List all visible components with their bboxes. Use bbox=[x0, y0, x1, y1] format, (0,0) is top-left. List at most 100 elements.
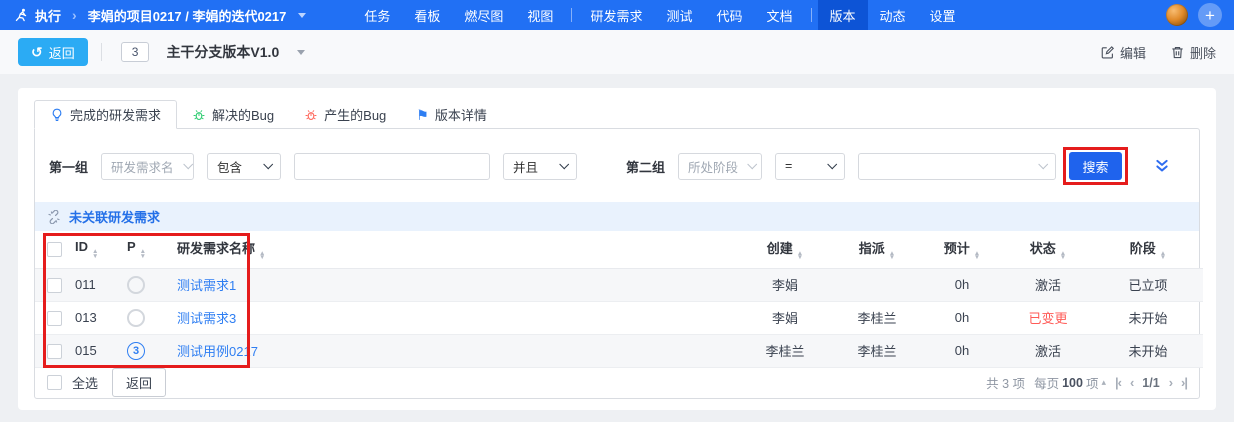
create-plus-button[interactable]: + bbox=[1198, 3, 1222, 27]
column-header-created[interactable]: 创建 ▲ ▼ bbox=[737, 231, 833, 269]
status: 已变更 bbox=[1003, 301, 1093, 335]
row-checkbox[interactable] bbox=[47, 343, 62, 359]
filter-group1-label: 第一组 bbox=[49, 159, 89, 175]
tab-build-details[interactable]: ⚑ 版本详情 bbox=[401, 100, 502, 129]
edit-icon bbox=[1100, 45, 1115, 60]
nav-item-test[interactable]: 测试 bbox=[654, 0, 704, 30]
first-page-icon[interactable]: |‹ bbox=[1115, 375, 1122, 390]
unlinked-stories-table: ID ▲ ▼ P ▲ ▼ 研发需求名称 ▲ ▼ 创建 ▲ ▼ 指派 ▲ ▼ 预计 ▲ ▼ 状态 ▲ ▼ 阶段… bbox=[35, 231, 1203, 368]
column-header-status[interactable]: 状态 ▲ ▼ bbox=[1003, 231, 1093, 269]
column-header-p[interactable]: P ▲ ▼ bbox=[127, 231, 177, 269]
select-all-checkbox[interactable] bbox=[47, 375, 62, 390]
sort-icon[interactable]: ▲ ▼ bbox=[974, 250, 980, 261]
filter-operator2-select[interactable]: = bbox=[775, 152, 846, 180]
toolbar-divider bbox=[100, 43, 102, 61]
nav-item-tasks[interactable]: 任务 bbox=[352, 0, 402, 30]
priority-circle bbox=[127, 275, 145, 294]
chevron-down-icon bbox=[1038, 158, 1049, 169]
back-button[interactable]: ↺ 返回 bbox=[18, 38, 88, 66]
nav-item-stories[interactable]: 研发需求 bbox=[578, 0, 654, 30]
expand-filter-chevrons-icon[interactable] bbox=[1155, 159, 1169, 173]
tab-completed-stories[interactable]: 完成的研发需求 bbox=[34, 100, 178, 129]
nav-item-settings[interactable]: 设置 bbox=[918, 0, 968, 30]
story-id: 013 bbox=[75, 301, 127, 335]
nav-section-label[interactable]: 执行 bbox=[35, 6, 61, 25]
filter-join-select[interactable]: 并且 bbox=[503, 152, 578, 180]
column-header-estimate[interactable]: 预计 ▲ ▼ bbox=[921, 231, 1003, 269]
sort-icon[interactable]: ▲ ▼ bbox=[889, 250, 895, 261]
filter-field1-select[interactable]: 研发需求名 bbox=[101, 152, 195, 180]
footer-back-button[interactable]: 返回 bbox=[112, 368, 167, 397]
nav-item-build[interactable]: 版本 bbox=[817, 0, 868, 30]
nav-item-kanban[interactable]: 看板 bbox=[402, 0, 452, 30]
priority-circle bbox=[127, 308, 145, 327]
created-by: 李娟 bbox=[737, 301, 833, 335]
story-name-link[interactable]: 测试需求3 bbox=[177, 311, 236, 326]
row-checkbox[interactable] bbox=[47, 310, 62, 326]
nav-item-burndown[interactable]: 燃尽图 bbox=[452, 0, 515, 30]
tab-resolved-bugs[interactable]: 解决的Bug bbox=[177, 100, 289, 129]
unlink-icon bbox=[47, 209, 61, 224]
filter-operator1-select[interactable]: 包含 bbox=[207, 152, 282, 180]
sort-icon[interactable]: ▲ ▼ bbox=[92, 249, 98, 259]
tab-generated-bugs[interactable]: 产生的Bug bbox=[289, 100, 401, 129]
user-avatar[interactable] bbox=[1166, 4, 1188, 26]
column-header-id[interactable]: ID ▲ ▼ bbox=[75, 231, 127, 269]
search-filter-form: 第一组 研发需求名 包含 并且 第二组 所处阶段 = 搜索 bbox=[35, 129, 1199, 202]
filter-field2-select[interactable]: 所处阶段 bbox=[678, 152, 763, 180]
row-checkbox[interactable] bbox=[47, 277, 62, 293]
sort-icon[interactable]: ▲ ▼ bbox=[1160, 250, 1166, 261]
flag-icon: ⚑ bbox=[416, 106, 429, 123]
bulb-icon bbox=[50, 108, 64, 122]
column-header-stage[interactable]: 阶段 ▲ ▼ bbox=[1093, 231, 1203, 269]
select-all-label: 全选 bbox=[72, 376, 99, 391]
assigned-to bbox=[833, 268, 921, 302]
column-header-assigned[interactable]: 指派 ▲ ▼ bbox=[833, 231, 921, 269]
assigned-to: 李桂兰 bbox=[833, 334, 921, 368]
delete-button[interactable]: 删除 bbox=[1170, 43, 1216, 62]
table-row: 011 测试需求1 李娟 0h 激活 已立项 bbox=[35, 268, 1203, 302]
stage: 未开始 bbox=[1093, 334, 1203, 368]
sort-icon[interactable]: ▲ ▼ bbox=[140, 249, 146, 259]
stage: 已立项 bbox=[1093, 268, 1203, 302]
total-count: 共 3 项 bbox=[986, 377, 1026, 391]
breadcrumb[interactable]: 李娟的项目0217 / 李娟的迭代0217 bbox=[88, 6, 287, 25]
filter-value2-combo[interactable] bbox=[858, 152, 1057, 180]
table-row: 013 测试需求3 李娟 李桂兰 0h 已变更 未开始 bbox=[35, 301, 1203, 335]
filter-value1-input[interactable] bbox=[294, 152, 491, 180]
back-arrow-icon: ↺ bbox=[31, 44, 43, 60]
next-page-icon[interactable]: › bbox=[1169, 375, 1173, 390]
story-name-link[interactable]: 测试需求1 bbox=[177, 278, 236, 293]
chevron-down-icon bbox=[263, 158, 274, 169]
table-row: 015 3 测试用例0217 李桂兰 李桂兰 0h 激活 未开始 bbox=[35, 334, 1203, 368]
edit-button[interactable]: 编辑 bbox=[1100, 43, 1146, 62]
breadcrumb-chevron-icon: › bbox=[72, 7, 77, 23]
tab-bar: 完成的研发需求 解决的Bug 产生的Bug ⚑ 版本详情 bbox=[34, 100, 1200, 129]
per-page-label[interactable]: 每页 100 项 ▴ bbox=[1034, 373, 1106, 392]
nav-item-views[interactable]: 视图 bbox=[515, 0, 565, 30]
prev-page-icon[interactable]: ‹ bbox=[1130, 375, 1134, 390]
estimate: 0h bbox=[921, 268, 1003, 302]
search-button[interactable]: 搜索 bbox=[1069, 152, 1123, 180]
nav-item-docs[interactable]: 文档 bbox=[754, 0, 804, 30]
sort-icon[interactable]: ▲ ▼ bbox=[797, 250, 803, 261]
select-all-header-checkbox[interactable] bbox=[47, 242, 62, 258]
tab-panel: 第一组 研发需求名 包含 并且 第二组 所处阶段 = 搜索 未关联研发需求 ID… bbox=[34, 128, 1203, 399]
story-name-link[interactable]: 测试用例0217 bbox=[177, 344, 258, 359]
nav-item-code[interactable]: 代码 bbox=[704, 0, 754, 30]
trash-icon bbox=[1170, 45, 1185, 60]
chevron-down-icon bbox=[747, 158, 758, 169]
page-indicator: 1/1 bbox=[1142, 375, 1160, 390]
breadcrumb-caret-icon[interactable] bbox=[298, 12, 307, 18]
title-caret-icon[interactable] bbox=[297, 49, 306, 55]
column-header-name[interactable]: 研发需求名称 ▲ ▼ bbox=[177, 231, 737, 269]
created-by: 李娟 bbox=[737, 268, 833, 302]
sort-icon[interactable]: ▲ ▼ bbox=[1060, 250, 1066, 261]
nav-item-dynamics[interactable]: 动态 bbox=[868, 0, 918, 30]
bug-green-icon bbox=[192, 108, 206, 122]
created-by: 李桂兰 bbox=[737, 334, 833, 368]
sort-icon[interactable]: ▲ ▼ bbox=[259, 250, 265, 261]
nav-divider bbox=[571, 8, 573, 22]
last-page-icon[interactable]: ›| bbox=[1181, 375, 1188, 390]
page-toolbar: ↺ 返回 3 主干分支版本V1.0 编辑 删除 bbox=[0, 30, 1234, 74]
